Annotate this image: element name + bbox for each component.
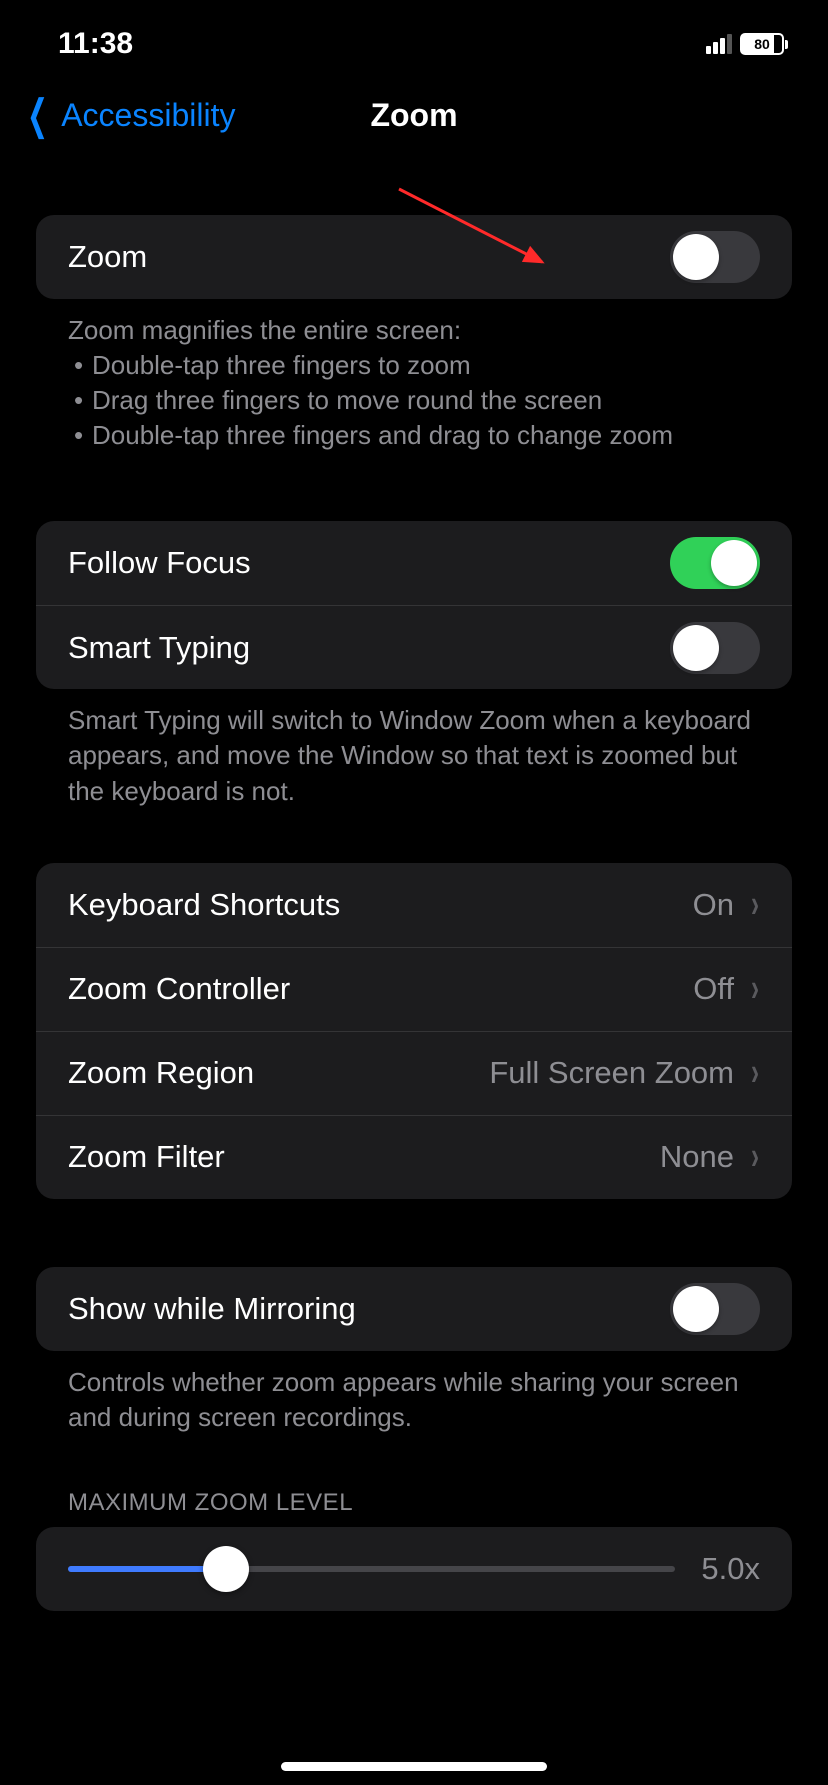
zoom-toggle[interactable]	[670, 231, 760, 283]
zoom-footer-item: Drag three fingers to move round the scr…	[68, 383, 760, 418]
zoom-footer-intro: Zoom magnifies the entire screen:	[68, 313, 760, 348]
zoom-region-label: Zoom Region	[68, 1055, 254, 1091]
back-label: Accessibility	[61, 97, 235, 134]
page-title: Zoom	[370, 97, 457, 134]
chevron-right-icon: ›	[751, 967, 759, 1011]
chevron-left-icon: ❮	[27, 94, 48, 136]
cellular-signal-icon	[706, 34, 732, 54]
zoom-footer-item: Double-tap three fingers to zoom	[68, 348, 760, 383]
smart-typing-footer: Smart Typing will switch to Window Zoom …	[36, 689, 792, 808]
follow-focus-toggle[interactable]	[670, 537, 760, 589]
chevron-right-icon: ›	[751, 1051, 759, 1095]
keyboard-shortcuts-value: On	[693, 887, 734, 923]
max-zoom-slider[interactable]	[68, 1566, 675, 1572]
show-while-mirroring-toggle[interactable]	[670, 1283, 760, 1335]
smart-typing-label: Smart Typing	[68, 630, 250, 666]
show-while-mirroring-label: Show while Mirroring	[68, 1291, 356, 1327]
max-zoom-group: 5.0x	[36, 1527, 792, 1611]
smart-typing-toggle[interactable]	[670, 622, 760, 674]
zoom-controller-row[interactable]: Zoom Controller Off ›	[36, 947, 792, 1031]
keyboard-shortcuts-row[interactable]: Keyboard Shortcuts On ›	[36, 863, 792, 947]
chevron-right-icon: ›	[751, 1135, 759, 1179]
zoom-footer-item: Double-tap three fingers and drag to cha…	[68, 418, 760, 453]
mirroring-footer: Controls whether zoom appears while shar…	[36, 1351, 792, 1435]
zoom-filter-row[interactable]: Zoom Filter None ›	[36, 1115, 792, 1199]
mirroring-group: Show while Mirroring	[36, 1267, 792, 1351]
show-while-mirroring-row[interactable]: Show while Mirroring	[36, 1267, 792, 1351]
zoom-controller-value: Off	[693, 971, 734, 1007]
zoom-region-value: Full Screen Zoom	[489, 1055, 734, 1091]
zoom-settings-group: Keyboard Shortcuts On › Zoom Controller …	[36, 863, 792, 1199]
zoom-filter-label: Zoom Filter	[68, 1139, 225, 1175]
follow-focus-row[interactable]: Follow Focus	[36, 521, 792, 605]
status-time: 11:38	[58, 27, 133, 61]
zoom-footer: Zoom magnifies the entire screen: Double…	[36, 299, 792, 453]
zoom-toggle-row[interactable]: Zoom	[36, 215, 792, 299]
max-zoom-header: MAXIMUM ZOOM LEVEL	[36, 1489, 792, 1527]
zoom-region-row[interactable]: Zoom Region Full Screen Zoom ›	[36, 1031, 792, 1115]
zoom-filter-value: None	[660, 1139, 734, 1175]
zoom-controller-label: Zoom Controller	[68, 971, 290, 1007]
smart-typing-row[interactable]: Smart Typing	[36, 605, 792, 689]
slider-thumb[interactable]	[203, 1546, 249, 1592]
focus-group: Follow Focus Smart Typing	[36, 521, 792, 689]
nav-header: ❮ Accessibility Zoom	[0, 70, 828, 160]
status-bar: 11:38 80	[0, 0, 828, 70]
keyboard-shortcuts-label: Keyboard Shortcuts	[68, 887, 340, 923]
back-button[interactable]: ❮ Accessibility	[20, 94, 235, 136]
battery-icon: 80	[740, 33, 788, 55]
max-zoom-slider-row[interactable]: 5.0x	[36, 1527, 792, 1611]
max-zoom-value: 5.0x	[701, 1551, 760, 1587]
zoom-toggle-group: Zoom	[36, 215, 792, 299]
status-right: 80	[706, 33, 788, 55]
follow-focus-label: Follow Focus	[68, 545, 251, 581]
zoom-toggle-label: Zoom	[68, 239, 147, 275]
home-indicator[interactable]	[281, 1762, 547, 1771]
chevron-right-icon: ›	[751, 883, 759, 927]
